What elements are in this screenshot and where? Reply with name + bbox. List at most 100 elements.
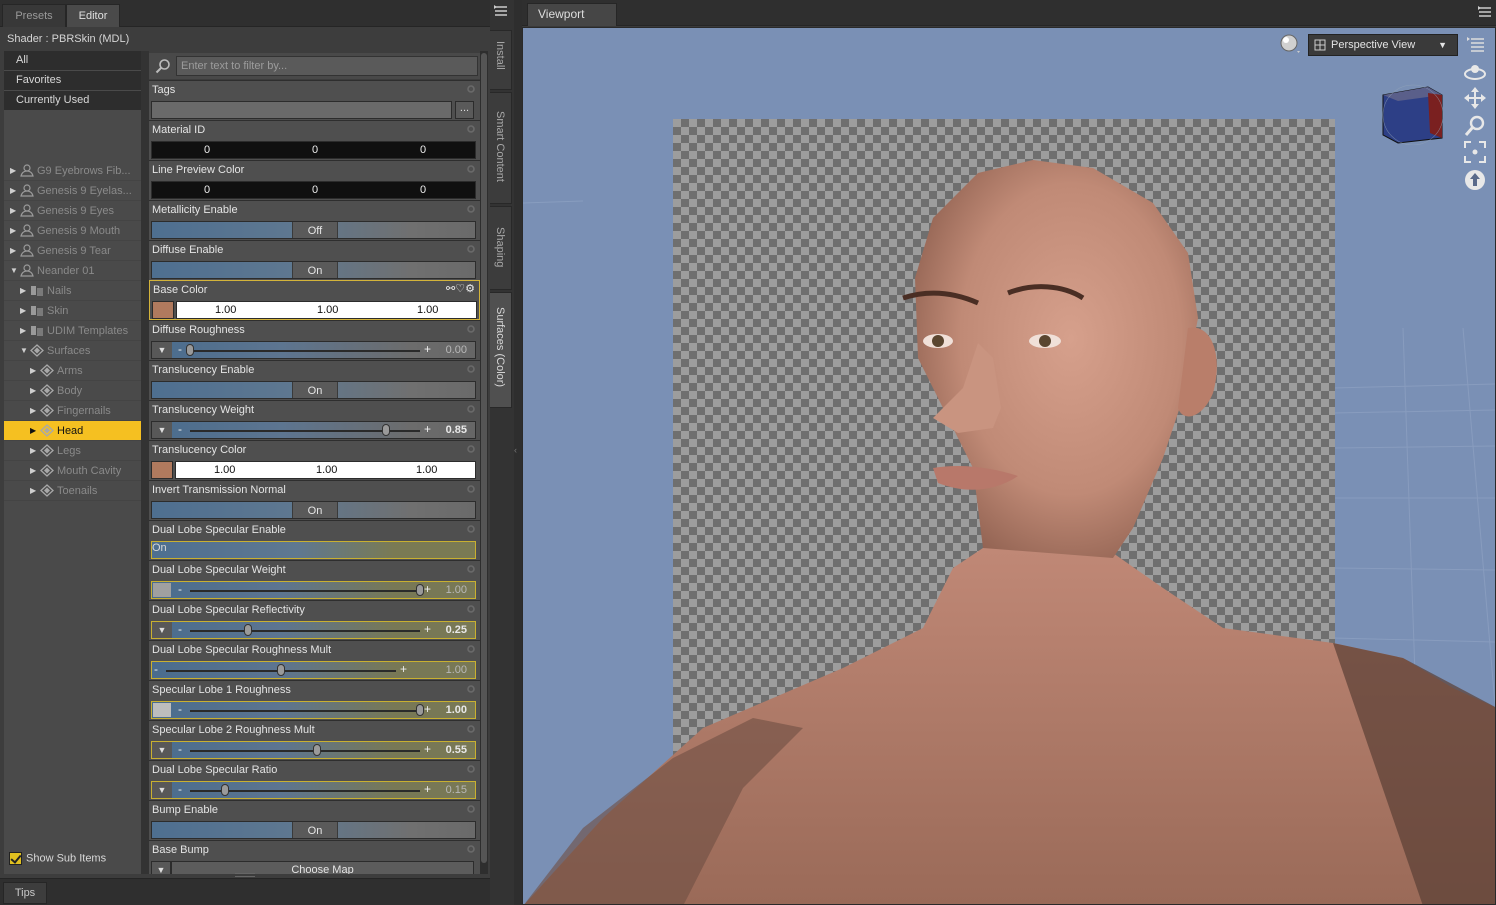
toggle-value[interactable]: On (292, 262, 338, 278)
choose-map-button[interactable]: Choose Map (171, 861, 474, 874)
toggle-value[interactable]: On (152, 542, 167, 554)
slider-value[interactable]: 1.00 (446, 582, 467, 599)
increment-icon[interactable]: + (424, 342, 431, 357)
collapsed-arrow-icon[interactable]: ▶ (30, 441, 36, 460)
tree-item-fingernails[interactable]: ▶ Fingernails (4, 401, 141, 421)
tree-item-head[interactable]: ▶ Head (4, 421, 141, 441)
slider-knob[interactable] (416, 704, 424, 716)
gear-icon[interactable] (466, 204, 476, 214)
dual-lobe-specular-roughness-mult-slider[interactable]: - +1.00 (151, 661, 476, 679)
gear-icon[interactable] (466, 804, 476, 814)
side-tab-smart-content[interactable]: Smart Content (490, 92, 512, 204)
view-cube-icon[interactable] (1378, 83, 1448, 145)
decrement-icon[interactable]: - (178, 742, 182, 757)
translucency-enable-toggle[interactable]: On (151, 381, 476, 399)
collapsed-arrow-icon[interactable]: ▶ (30, 381, 36, 400)
slider-knob[interactable] (313, 744, 321, 756)
gear-icon[interactable] (466, 324, 476, 334)
value-field[interactable]: 1.00 (214, 462, 235, 479)
dropdown-arrow-icon[interactable]: ▼ (152, 742, 172, 758)
collapsed-arrow-icon[interactable]: ▶ (10, 201, 16, 220)
tree-item-genesis-9-eyelas[interactable]: ▶ Genesis 9 Eyelas... (4, 181, 141, 201)
slider-value[interactable]: 1.00 (446, 702, 467, 719)
collapsed-arrow-icon[interactable]: ▶ (20, 321, 26, 340)
slider-value[interactable]: 1.00 (446, 662, 467, 679)
value-field[interactable]: 0 (204, 182, 210, 199)
specular-lobe-1-roughness-slider[interactable]: - +1.00 (151, 701, 476, 719)
tree-item-udim-templates[interactable]: ▶ UDIM Templates (4, 321, 141, 341)
material-id-values[interactable]: 0 0 0 (151, 141, 476, 159)
gear-icon[interactable] (466, 84, 476, 94)
decrement-icon[interactable]: - (154, 662, 158, 677)
translucency-color-values[interactable]: 1.00 1.00 1.00 (175, 461, 476, 479)
diffuse-enable-toggle[interactable]: On (151, 261, 476, 279)
splitter[interactable] (141, 51, 149, 874)
gear-icon[interactable] (466, 764, 476, 774)
value-field[interactable]: 0 (420, 182, 426, 199)
diffuse-roughness-slider[interactable]: ▼ - +0.00 (151, 341, 476, 359)
value-field[interactable]: 1.00 (416, 462, 437, 479)
dropdown-arrow-icon[interactable]: ▼ (151, 861, 171, 874)
dropdown-arrow-icon[interactable]: ▼ (152, 422, 172, 438)
color-swatch[interactable] (152, 301, 174, 319)
collapsed-arrow-icon[interactable]: ▶ (10, 241, 16, 260)
gear-icon[interactable] (466, 364, 476, 374)
tree-item-neander-01[interactable]: ▼ Neander 01 (4, 261, 141, 281)
collapsed-arrow-icon[interactable]: ▶ (10, 161, 16, 180)
show-sub-items-checkbox[interactable]: Show Sub Items (9, 852, 106, 865)
menu-icon[interactable] (494, 5, 508, 17)
gear-icon[interactable] (466, 124, 476, 134)
collapsed-arrow-icon[interactable]: ▶ (20, 301, 26, 320)
slider-knob[interactable] (221, 784, 229, 796)
gear-icon[interactable] (466, 844, 476, 854)
collapsed-arrow-icon[interactable]: ▶ (30, 401, 36, 420)
increment-icon[interactable]: + (424, 702, 431, 717)
decrement-icon[interactable]: - (178, 622, 182, 637)
decrement-icon[interactable]: - (178, 422, 182, 437)
menu-item-favorites[interactable]: Favorites (4, 71, 141, 90)
checkbox-checked-icon[interactable] (9, 852, 22, 865)
tree-item-genesis-9-mouth[interactable]: ▶ Genesis 9 Mouth (4, 221, 141, 241)
dual-lobe-specular-ratio-slider[interactable]: ▼ - +0.15 (151, 781, 476, 799)
resize-grip[interactable] (235, 873, 255, 877)
tab-presets[interactable]: Presets (2, 4, 66, 27)
tab-editor[interactable]: Editor (66, 4, 120, 27)
dropdown-arrow-icon[interactable]: ▼ (152, 342, 172, 358)
gear-icon[interactable] (466, 724, 476, 734)
slider-track[interactable] (190, 710, 420, 712)
side-tab-surfaces[interactable]: Surfaces (Color) (490, 292, 512, 408)
gear-icon[interactable] (466, 684, 476, 694)
slider-track[interactable] (190, 350, 420, 352)
dual-lobe-specular-reflectivity-slider[interactable]: ▼ - +0.25 (151, 621, 476, 639)
toggle-value[interactable]: On (292, 822, 338, 838)
camera-select[interactable]: Perspective View ▼ (1308, 34, 1458, 56)
property-scrollbar[interactable] (480, 51, 488, 874)
menu-item-all[interactable]: All (4, 51, 141, 70)
collapsed-arrow-icon[interactable]: ▶ (30, 481, 36, 500)
viewport-3d[interactable]: Perspective View ▼ (522, 27, 1496, 905)
property-tools-icon[interactable]: ⚯♡⚙ (446, 282, 475, 295)
gear-icon[interactable] (466, 244, 476, 254)
filter-input[interactable] (176, 56, 478, 76)
dropdown-arrow-icon[interactable]: ▼ (152, 622, 172, 638)
increment-icon[interactable]: + (400, 662, 407, 677)
slider-knob[interactable] (277, 664, 285, 676)
pane-gutter[interactable]: ‹ (514, 0, 522, 905)
slider-value[interactable]: 0.00 (446, 342, 467, 359)
value-field[interactable]: 1.00 (215, 302, 236, 319)
slider-track[interactable] (190, 590, 420, 592)
increment-icon[interactable]: + (424, 422, 431, 437)
gear-icon[interactable] (466, 484, 476, 494)
toggle-value[interactable]: On (292, 382, 338, 398)
line-preview-color-values[interactable]: 0 0 0 (151, 181, 476, 199)
tree-item-mouth-cavity[interactable]: ▶ Mouth Cavity (4, 461, 141, 481)
viewport-options-icon[interactable] (1467, 36, 1485, 52)
reset-view-icon[interactable] (1463, 168, 1487, 192)
slider-knob[interactable] (382, 424, 390, 436)
tree-item-g9-eyebrows-fib[interactable]: ▶ G9 Eyebrows Fib... (4, 161, 141, 181)
decrement-icon[interactable]: - (178, 702, 182, 717)
tree-item-genesis-9-tear[interactable]: ▶ Genesis 9 Tear (4, 241, 141, 261)
increment-icon[interactable]: + (424, 782, 431, 797)
value-field[interactable]: 0 (312, 142, 318, 159)
expanded-arrow-icon[interactable]: ▼ (20, 341, 28, 360)
